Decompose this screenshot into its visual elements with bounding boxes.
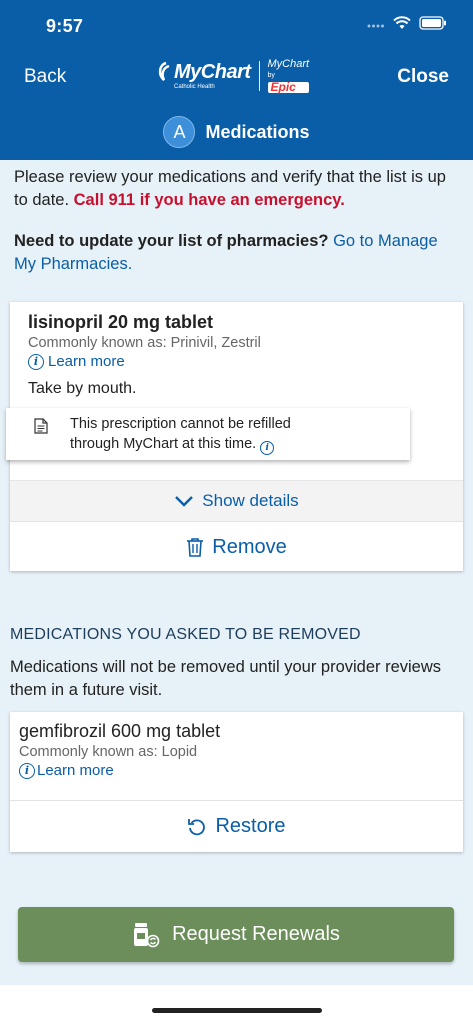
- removed-learn-more-link[interactable]: i Learn more: [19, 762, 439, 779]
- status-icons: [367, 16, 447, 30]
- chevron-down-icon: [175, 496, 194, 507]
- cellular-signal-icon: [367, 24, 384, 28]
- info-icon: i: [28, 353, 44, 370]
- show-details-button[interactable]: Show details: [10, 480, 463, 522]
- remove-button[interactable]: Remove: [10, 523, 463, 571]
- mychart-logo: MyChart Catholic Health MyChart by Epic: [156, 58, 316, 94]
- restore-arrow-icon: [188, 818, 206, 835]
- page-title: Medications: [205, 121, 310, 142]
- intro-text: Please review your medications and verif…: [14, 168, 446, 209]
- removed-section-heading: MEDICATIONS YOU ASKED TO BE REMOVED: [10, 626, 361, 643]
- refill-notice-text: This prescription cannot be refilled thr…: [70, 416, 291, 455]
- medication-card: lisinopril 20 mg tablet Commonly known a…: [6, 302, 463, 571]
- emergency-text: Call 911 if you have an emergency.: [73, 191, 345, 209]
- bottom-safe-area: [0, 985, 473, 1024]
- back-button[interactable]: Back: [24, 66, 66, 88]
- document-icon: [34, 418, 48, 434]
- mychart-brand: MyChart Catholic Health: [156, 61, 251, 91]
- logo-divider: [258, 61, 260, 91]
- removed-medication-card: gemfibrozil 600 mg tablet Commonly known…: [10, 712, 463, 852]
- medication-name: lisinopril 20 mg tablet: [28, 312, 214, 332]
- info-icon: i: [19, 762, 35, 779]
- status-bar: 9:57: [0, 0, 473, 48]
- request-renewals-button[interactable]: Request Renewals: [18, 907, 454, 962]
- avatar[interactable]: A: [163, 116, 196, 148]
- removed-medication-name: gemfibrozil 600 mg tablet: [19, 721, 221, 741]
- refill-notice: This prescription cannot be refilled thr…: [6, 408, 410, 460]
- mychart-by-epic-logo: MyChart by Epic: [267, 58, 310, 94]
- wifi-icon: [393, 16, 411, 29]
- app-header: 9:57 Back MyChart Catholic Health MyChar…: [0, 0, 473, 160]
- pharmacies-question: Need to update your list of pharmacies?: [14, 232, 329, 250]
- close-button[interactable]: Close: [397, 66, 449, 88]
- pill-bottle-refresh-icon: [134, 922, 160, 947]
- removed-medication-aka: Commonly known as: Lopid: [19, 744, 198, 760]
- removed-section-note: Medications will not be removed until yo…: [10, 658, 442, 699]
- battery-icon: [419, 16, 446, 30]
- page-title-row: A Medications: [0, 114, 473, 150]
- logo-brand-text: MyChart: [174, 61, 251, 83]
- logo-sub-text: Catholic Health: [174, 84, 215, 90]
- trash-icon: [187, 538, 204, 557]
- refill-info-icon[interactable]: i: [260, 441, 275, 455]
- restore-button[interactable]: Restore: [10, 800, 463, 852]
- learn-more-link[interactable]: i Learn more: [28, 353, 448, 370]
- home-indicator[interactable]: [152, 1008, 322, 1013]
- status-time: 9:57: [46, 16, 84, 36]
- medication-instructions: Take by mouth.: [28, 380, 137, 397]
- pharmacies-prompt: Need to update your list of pharmacies? …: [14, 230, 464, 276]
- medication-aka: Commonly known as: Prinivil, Zestril: [28, 335, 261, 351]
- mychart-swirl-icon: [158, 61, 170, 81]
